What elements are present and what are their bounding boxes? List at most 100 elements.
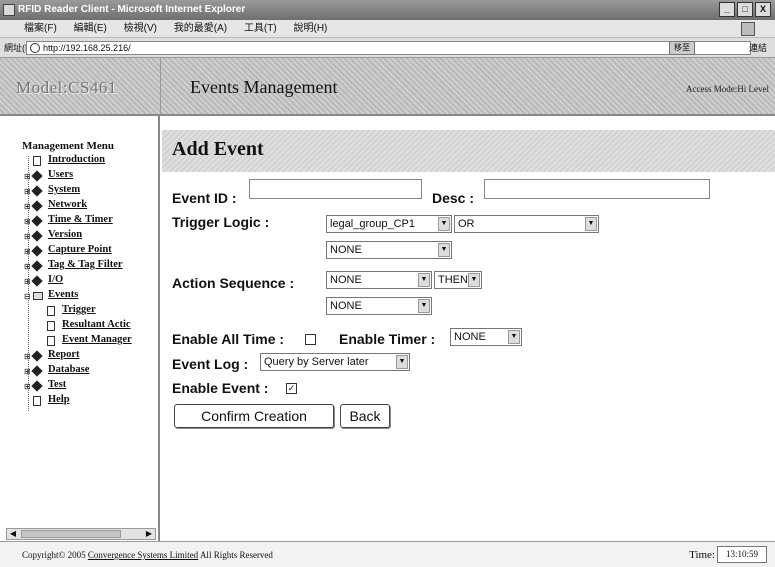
rights-text: All Rights Reserved (199, 550, 273, 560)
minimize-button[interactable]: _ (719, 2, 735, 17)
sidebar-item-users[interactable]: ⊞ Users (0, 169, 158, 184)
diamond-icon (31, 275, 43, 287)
sidebar-item-report[interactable]: ⊞ Report (0, 349, 158, 364)
menu-edit[interactable]: 編輯(E) (74, 23, 107, 34)
sidebar-item-label[interactable]: System (48, 184, 80, 195)
event-log-select[interactable]: Query by Server later ▼ (260, 353, 410, 371)
maximize-button[interactable]: □ (737, 2, 753, 17)
sidebar-item-label[interactable]: Resultant Actic (62, 319, 131, 330)
sidebar-horizontal-scrollbar[interactable]: ◀ ▶ (6, 528, 156, 540)
enable-timer-value: NONE (454, 331, 486, 343)
window-titlebar: RFID Reader Client - Microsoft Internet … (0, 0, 775, 20)
expand-icon[interactable]: ⊞ (24, 172, 31, 181)
trigger-2-value: NONE (330, 244, 362, 256)
sidebar-item-label[interactable]: Report (48, 349, 80, 360)
action-op-select[interactable]: THEN ▼ (434, 271, 482, 289)
menu-tools[interactable]: 工具(T) (244, 23, 277, 34)
diamond-icon (31, 365, 43, 377)
diamond-icon (31, 350, 43, 362)
confirm-creation-button[interactable]: Confirm Creation (174, 404, 334, 428)
diamond-icon (31, 380, 43, 392)
menu-view[interactable]: 檢視(V) (124, 23, 157, 34)
sidebar-item-label[interactable]: Tag & Tag Filter (48, 259, 123, 270)
sidebar-item-label[interactable]: Database (48, 364, 89, 375)
action-op-value: THEN (438, 274, 468, 286)
scroll-right-icon[interactable]: ▶ (143, 529, 155, 539)
sidebar-item-label[interactable]: Time & Timer (48, 214, 113, 225)
event-log-value: Query by Server later (264, 356, 369, 368)
enable-timer-select[interactable]: NONE ▼ (450, 328, 522, 346)
expand-icon[interactable]: ⊞ (24, 247, 31, 256)
action-2-value: NONE (330, 300, 362, 312)
sidebar-item-database[interactable]: ⊞ Database (0, 364, 158, 379)
links-button[interactable]: 連結 (749, 38, 767, 58)
enable-all-time-checkbox[interactable] (305, 334, 316, 345)
sidebar-item-network[interactable]: ⊞ Network (0, 199, 158, 214)
expand-icon[interactable]: ⊞ (24, 382, 31, 391)
scrollbar-thumb[interactable] (21, 530, 121, 538)
expand-icon[interactable]: ⊞ (24, 187, 31, 196)
expand-icon[interactable]: ⊞ (24, 232, 31, 241)
page-title: Events Management (190, 77, 338, 97)
expand-icon[interactable]: ⊞ (24, 202, 31, 211)
sidebar-item-label[interactable]: Network (48, 199, 87, 210)
enable-event-checkbox[interactable]: ✓ (286, 383, 297, 394)
expand-icon[interactable]: ⊞ (24, 367, 31, 376)
sidebar-item-tag-tag-filter[interactable]: ⊞ Tag & Tag Filter (0, 259, 158, 274)
chevron-down-icon: ▼ (438, 217, 450, 231)
back-button[interactable]: Back (340, 404, 390, 428)
sidebar-item-time-timer[interactable]: ⊞ Time & Timer (0, 214, 158, 229)
company-link[interactable]: Convergence Systems Limited (88, 550, 198, 560)
address-input[interactable]: http://192.168.25.216/ (26, 41, 751, 55)
sidebar-item-label[interactable]: Event Manager (62, 334, 132, 345)
sidebar-item-capture-point[interactable]: ⊞ Capture Point (0, 244, 158, 259)
event-id-input[interactable] (249, 179, 422, 199)
expand-icon[interactable]: ⊞ (24, 217, 31, 226)
trigger-logic-label: Trigger Logic : (172, 214, 270, 230)
trigger-1-select[interactable]: legal_group_CP1 ▼ (326, 215, 452, 233)
sidebar-item-trigger[interactable]: Trigger (0, 304, 158, 319)
sidebar-item-introduction[interactable]: Introduction (0, 154, 158, 169)
sidebar-item-version[interactable]: ⊞ Version (0, 229, 158, 244)
sidebar-item-label[interactable]: Events (48, 289, 78, 300)
sidebar-item-system[interactable]: ⊞ System (0, 184, 158, 199)
menu-favorites[interactable]: 我的最愛(A) (174, 23, 227, 34)
chevron-down-icon: ▼ (508, 330, 520, 344)
page-icon (30, 43, 40, 53)
sidebar-item-events[interactable]: ⊟ Events (0, 289, 158, 304)
sidebar-item-label[interactable]: Users (48, 169, 73, 180)
sidebar-item-test[interactable]: ⊞ Test (0, 379, 158, 394)
close-button[interactable]: X (755, 2, 771, 17)
trigger-1-value: legal_group_CP1 (330, 218, 416, 230)
enable-all-time-label: Enable All Time : (172, 331, 285, 347)
sidebar-item-label[interactable]: Capture Point (48, 244, 112, 255)
document-icon (47, 336, 55, 346)
expand-icon[interactable]: ⊞ (24, 262, 31, 271)
sidebar-item-label[interactable]: Trigger (62, 304, 96, 315)
sidebar-item-resultant-actic[interactable]: Resultant Actic (0, 319, 158, 334)
desc-input[interactable] (484, 179, 710, 199)
menu-file[interactable]: 檔案(F) (24, 23, 57, 34)
expand-icon[interactable]: ⊞ (24, 277, 31, 286)
sidebar-item-label[interactable]: Version (48, 229, 82, 240)
sidebar-item-label[interactable]: Test (48, 379, 66, 390)
action-2-select[interactable]: NONE ▼ (326, 297, 432, 315)
sidebar-item-label[interactable]: Help (48, 394, 70, 405)
sidebar-item-help[interactable]: Help (0, 394, 158, 409)
sidebar-item-label[interactable]: Introduction (48, 154, 105, 165)
trigger-2-select[interactable]: NONE ▼ (326, 241, 452, 259)
sidebar-item-i-o[interactable]: ⊞ I/O (0, 274, 158, 289)
folder-open-icon (33, 292, 43, 300)
chevron-down-icon: ▼ (468, 273, 480, 287)
go-button[interactable]: 移至 (669, 41, 695, 55)
event-log-label: Event Log : (172, 356, 249, 372)
trigger-op-select[interactable]: OR ▼ (454, 215, 599, 233)
sidebar-item-event-manager[interactable]: Event Manager (0, 334, 158, 349)
expand-icon[interactable]: ⊞ (24, 352, 31, 361)
action-1-select[interactable]: NONE ▼ (326, 271, 432, 289)
scroll-left-icon[interactable]: ◀ (7, 529, 19, 539)
menu-help[interactable]: 說明(H) (294, 23, 328, 34)
diamond-icon (31, 260, 43, 272)
sidebar-item-label[interactable]: I/O (48, 274, 63, 285)
collapse-icon[interactable]: ⊟ (24, 292, 31, 301)
